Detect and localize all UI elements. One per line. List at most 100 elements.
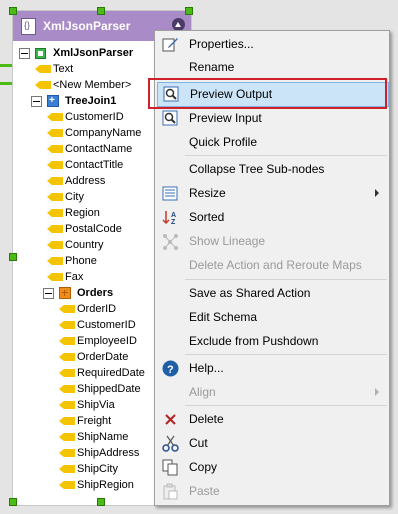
field-tag-icon <box>59 417 75 425</box>
copy-icon <box>162 459 178 476</box>
field-tag-icon <box>59 481 75 489</box>
resize-handle[interactable] <box>9 253 17 261</box>
field-tag-icon <box>59 353 75 361</box>
menu-item-properties[interactable]: Properties... <box>157 33 387 56</box>
field-label: ShipRegion <box>77 479 134 491</box>
field-label: ShipName <box>77 431 129 443</box>
sort-icon: AZ <box>162 211 176 226</box>
field-tag-icon <box>47 145 63 153</box>
menu-item-edit-schema[interactable]: Edit Schema <box>157 306 387 329</box>
field-label: PostalCode <box>65 223 122 235</box>
field-tag-icon <box>59 401 75 409</box>
menu-item-label: Copy <box>189 460 218 474</box>
field-tag-icon <box>47 177 63 185</box>
menu-item-copy[interactable]: Copy <box>157 456 387 479</box>
menu-item-label: Collapse Tree Sub-nodes <box>189 162 325 176</box>
resize-handle[interactable] <box>9 498 17 506</box>
resize-handle[interactable] <box>97 7 105 15</box>
svg-text:Z: Z <box>171 219 176 226</box>
field-label: ContactName <box>65 143 133 155</box>
input-connector <box>0 82 12 85</box>
tree-item-label: <New Member> <box>53 79 132 91</box>
field-label: CustomerID <box>65 111 124 123</box>
menu-item-label: Rename <box>189 60 235 74</box>
field-label: CompanyName <box>65 127 142 139</box>
menu-item-help[interactable]: ? Help... <box>157 357 387 380</box>
field-tag-icon <box>59 449 75 457</box>
resize-handle[interactable] <box>97 498 105 506</box>
field-tag-icon <box>35 65 51 73</box>
menu-item-resize[interactable]: Resize <box>157 182 387 205</box>
menu-item-label: Properties... <box>189 37 254 51</box>
field-label: ShipAddress <box>77 447 140 459</box>
submenu-arrow-icon <box>375 189 379 197</box>
menu-item-label: Delete <box>189 412 224 426</box>
menu-item-save-shared[interactable]: Save as Shared Action <box>157 282 387 305</box>
svg-text:?: ? <box>167 364 174 376</box>
menu-separator <box>185 405 387 406</box>
field-label: Address <box>65 175 106 187</box>
field-label: Country <box>65 239 104 251</box>
field-label: City <box>65 191 84 203</box>
root-icon <box>35 48 46 59</box>
resize-icon <box>162 186 178 201</box>
submenu-arrow-icon <box>375 388 379 396</box>
menu-item-cut[interactable]: Cut <box>157 432 387 455</box>
help-icon: ? <box>162 360 179 377</box>
menu-item-label: Align <box>189 385 216 399</box>
field-label: Freight <box>77 415 112 427</box>
menu-item-sorted[interactable]: AZ Sorted <box>157 206 387 229</box>
tree-item-label: Orders <box>77 287 114 299</box>
field-label: ShippedDate <box>77 383 141 395</box>
field-label: OrderDate <box>77 351 129 363</box>
menu-item-label: Paste <box>189 484 220 498</box>
tree-root-label: XmlJsonParser <box>53 47 134 59</box>
resize-handle[interactable] <box>9 7 17 15</box>
menu-item-label: Exclude from Pushdown <box>189 334 319 348</box>
menu-item-delete-action[interactable]: Delete Action and Reroute Maps <box>157 254 387 277</box>
menu-item-label: Save as Shared Action <box>189 286 311 300</box>
menu-separator <box>185 279 387 280</box>
field-label: ContactTitle <box>65 159 124 171</box>
tree-item-label: Text <box>53 63 74 75</box>
menu-item-preview-input[interactable]: Preview Input <box>157 107 387 130</box>
field-tag-icon <box>59 305 75 313</box>
menu-item-label: Preview Input <box>189 111 262 125</box>
resize-handle[interactable] <box>185 7 193 15</box>
field-tag-icon <box>47 273 63 281</box>
menu-item-label: Cut <box>189 436 208 450</box>
field-tag-icon <box>47 161 63 169</box>
field-label: ShipCity <box>77 463 118 475</box>
collapse-node-icon[interactable] <box>31 96 42 107</box>
menu-item-label: Quick Profile <box>189 135 258 149</box>
menu-item-label: Edit Schema <box>189 310 258 324</box>
menu-item-collapse-tree[interactable]: Collapse Tree Sub-nodes <box>157 158 387 181</box>
menu-item-delete[interactable]: Delete <box>157 408 387 431</box>
parser-icon <box>21 18 36 35</box>
field-tag-icon <box>47 225 63 233</box>
node-title: XmlJsonParser <box>43 19 131 33</box>
svg-text:A: A <box>171 212 176 219</box>
field-tag-icon <box>59 337 75 345</box>
field-label: EmployeeID <box>77 335 137 347</box>
menu-item-label: Delete Action and Reroute Maps <box>189 258 362 272</box>
preview-input-icon <box>162 110 178 126</box>
menu-item-rename[interactable]: Rename <box>157 56 387 79</box>
menu-separator <box>185 155 387 156</box>
collapse-node-icon[interactable] <box>43 288 54 299</box>
menu-item-align[interactable]: Align <box>157 381 387 404</box>
menu-item-paste[interactable]: Paste <box>157 480 387 503</box>
design-canvas[interactable]: XmlJsonParser XmlJsonParser Text <New Me… <box>0 0 398 514</box>
menu-item-show-lineage[interactable]: Show Lineage <box>157 230 387 253</box>
menu-item-exclude-pushdown[interactable]: Exclude from Pushdown <box>157 330 387 353</box>
field-tag-icon <box>59 433 75 441</box>
field-label: CustomerID <box>77 319 136 331</box>
orders-icon <box>59 287 71 299</box>
highlight-annotation-box <box>148 78 387 109</box>
paste-icon <box>163 483 178 500</box>
menu-item-quick-profile[interactable]: Quick Profile <box>157 131 387 154</box>
field-tag-icon <box>59 465 75 473</box>
collapse-node-icon[interactable] <box>19 48 30 59</box>
menu-item-label: Show Lineage <box>189 234 266 248</box>
field-tag-icon <box>47 193 63 201</box>
